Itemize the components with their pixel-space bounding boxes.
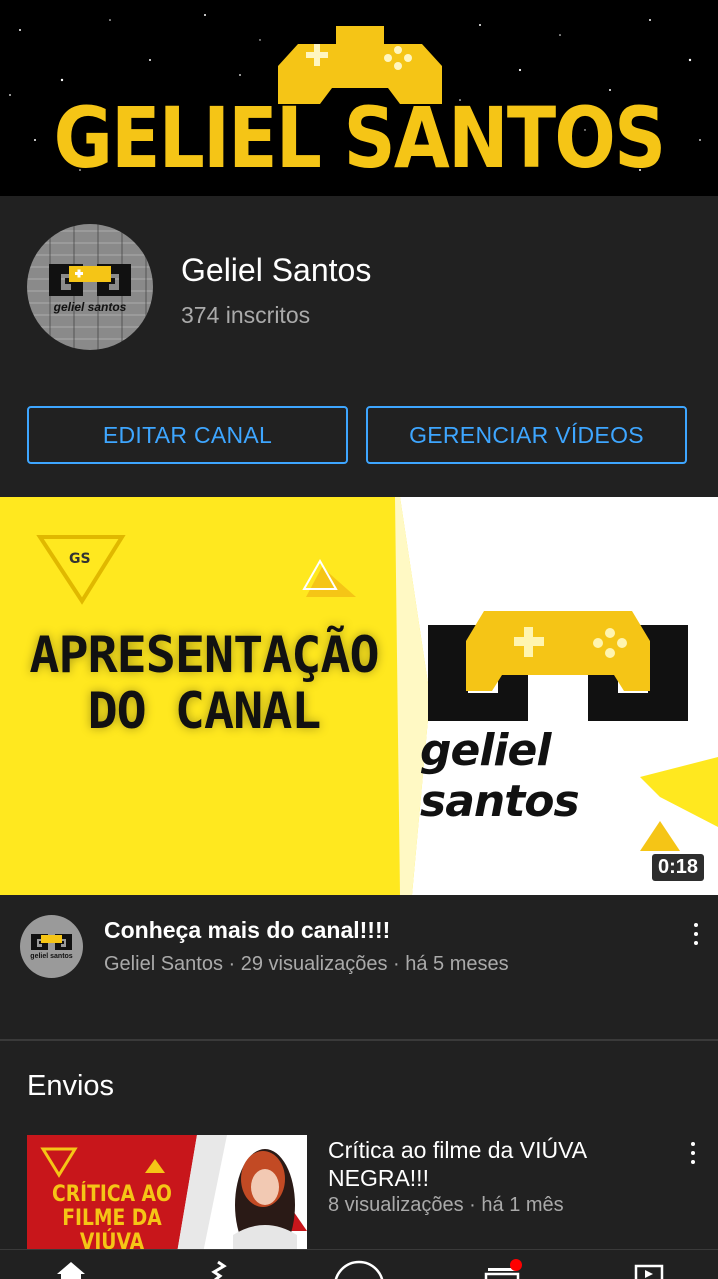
bottom-navigation [0,1249,718,1279]
featured-video-title[interactable]: Conheça mais do canal!!!! [104,917,390,944]
channel-banner: GELIEL SANTOS [0,0,718,196]
gamepad-logo-icon [31,934,72,950]
section-divider [0,1039,718,1041]
upload-thumbnail[interactable]: CRÍTICA AO FILME DA VIÚVA NEGRA [27,1135,307,1253]
featured-video-metadata: Geliel Santos · 29 visualizações · há 5 … [104,953,509,975]
more-options-icon[interactable] [681,1138,705,1168]
upload-thumbnail-text-line1: CRÍTICA AO [52,1182,172,1207]
gamepad-logo-icon [428,611,688,721]
thumbnail-logo-text: geliel santos [420,725,580,827]
upload-thumbnail-text: CRÍTICA AO FILME DA VIÚVA NEGRA [48,1182,176,1254]
svg-text:GS: GS [69,551,91,567]
gamepad-logo-icon [49,264,131,296]
shorts-icon[interactable] [200,1260,230,1279]
banner-title: GELIEL SANTOS [53,89,667,187]
featured-video-thumbnail[interactable]: GS APRESENTAÇÃO DO CANAL geliel santos 0… [0,497,718,895]
video-duration: 0:18 [651,854,704,881]
subscriber-count: 374 inscritos [181,302,311,328]
featured-video-info[interactable]: geliel santos Conheça mais do canal!!!! … [0,895,718,1040]
avatar-text: geliel santos [53,300,127,314]
thumbnail-title-line1: APRESENTAÇÃO [29,626,379,684]
channel-avatar[interactable]: geliel santos [27,224,153,350]
channel-header: geliel santos Geliel Santos 374 inscrito… [0,196,718,496]
create-icon[interactable] [333,1260,385,1279]
edit-channel-button[interactable]: EDITAR CANAL [27,406,348,464]
home-icon[interactable] [55,1260,87,1279]
uploads-section-title: Envios [27,1070,115,1102]
upload-title[interactable]: Crítica ao filme da VIÚVA NEGRA!!! [328,1136,668,1192]
video-channel-avatar[interactable]: geliel santos [20,915,83,978]
manage-videos-button[interactable]: GERENCIAR VÍDEOS [366,406,687,464]
more-options-icon[interactable] [684,919,708,949]
library-icon[interactable] [630,1260,666,1279]
channel-name: Geliel Santos [181,252,372,288]
thumbnail-title-line2: DO CANAL [87,682,322,740]
notification-dot [510,1259,522,1271]
avatar-text: geliel santos [30,953,73,960]
upload-metadata: 8 visualizações · há 1 mês [328,1194,564,1216]
thumbnail-title: APRESENTAÇÃO DO CANAL [24,627,384,739]
upload-thumbnail-text-line2: FILME DA [62,1206,162,1231]
